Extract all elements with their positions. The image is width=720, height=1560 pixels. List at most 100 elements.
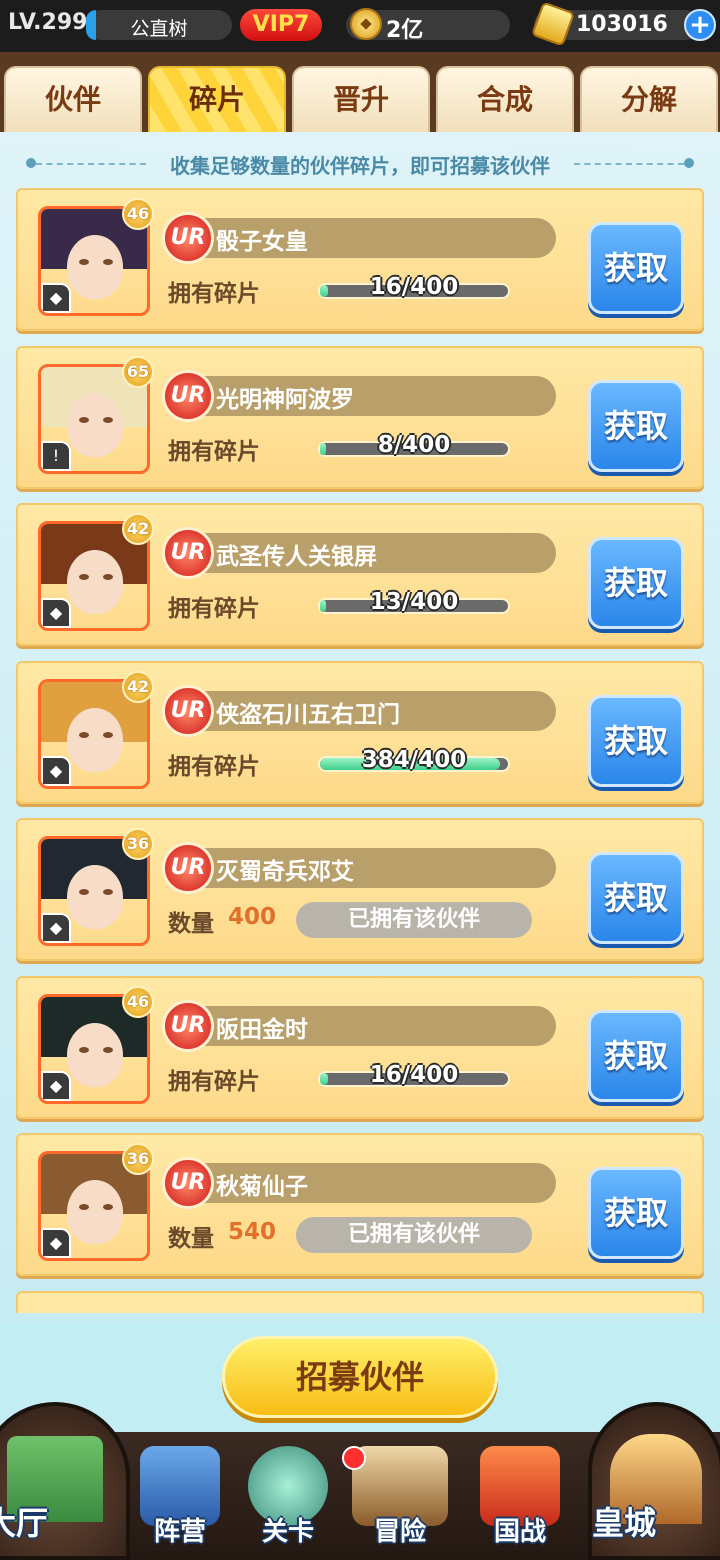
nav-stage-label: 关卡	[261, 1517, 314, 1547]
hero-eye	[103, 731, 113, 738]
hero-eye	[79, 1046, 89, 1053]
fragment-quantity: 540	[228, 1219, 277, 1245]
hero-eye	[79, 731, 89, 738]
hero-face	[67, 1022, 123, 1087]
rarity-badge: UR	[162, 1157, 214, 1209]
rarity-badge: UR	[162, 999, 214, 1052]
tab-partners[interactable]: 伙伴	[4, 66, 142, 132]
fragment-quantity: 400	[228, 904, 277, 930]
gold-amount: 103016	[576, 12, 668, 37]
fragment-label: 拥有碎片	[168, 596, 260, 622]
add-gold-button[interactable]: +	[684, 9, 716, 41]
rarity-badge: UR	[162, 212, 214, 264]
hero-name: 秋菊仙子	[216, 1174, 308, 1200]
obtain-button[interactable]: 获取	[588, 1167, 684, 1259]
hint-dash-left	[36, 163, 146, 165]
nav-hall-label: 大厅	[0, 1504, 49, 1542]
hero-level-badge: 36	[122, 828, 154, 860]
hero-name: 光明神阿波罗	[216, 386, 354, 413]
hint-dash-right	[574, 163, 684, 165]
coin-icon	[350, 8, 382, 40]
hint-dot-right	[684, 158, 694, 168]
hero-level-badge: 42	[122, 513, 154, 545]
fragment-label: 数量	[168, 1226, 214, 1252]
nav-nation-war-label: 国战	[493, 1517, 546, 1547]
gold-counter: 103016	[530, 1, 700, 47]
obtain-button[interactable]: 获取	[588, 694, 684, 787]
fragment-progress-text: 16/400	[369, 274, 459, 300]
tab-promote[interactable]: 晋升	[292, 66, 430, 132]
obtain-button[interactable]: 获取	[588, 379, 684, 472]
hero-type-icon: ◆	[41, 598, 71, 628]
nav-adventure-label: 冒险	[373, 1517, 426, 1547]
tab-fragments[interactable]: 碎片	[148, 66, 286, 132]
hero-card: ◆ 42 UR 侠盗石川五右卫门 拥有碎片 384/400 获取	[16, 660, 704, 804]
hero-name: 侠盗石川五右卫门	[216, 701, 400, 728]
coin-counter: 2亿	[346, 8, 510, 43]
player-level: LV.299	[8, 10, 88, 35]
owned-status-pill: 已拥有该伙伴	[296, 902, 532, 938]
hero-type-icon: ◆	[41, 1070, 71, 1101]
hero-face	[67, 550, 123, 614]
fragment-label: 拥有碎片	[168, 1068, 260, 1095]
hero-type-icon: ◆	[41, 283, 71, 313]
hint-row: 收集足够数量的伙伴碎片，即可招募该伙伴	[0, 148, 720, 178]
obtain-button[interactable]: 获取	[588, 537, 684, 629]
coin-amount: 2亿	[386, 18, 424, 43]
hero-eye	[103, 259, 113, 265]
obtain-button[interactable]: 获取	[588, 222, 684, 314]
hero-card-partial	[16, 1290, 704, 1313]
hero-eye	[79, 416, 89, 423]
recruit-partner-button[interactable]: 招募伙伴	[222, 1336, 498, 1418]
fragment-label: 数量	[168, 911, 214, 937]
hero-card: ◆ 46 UR 骰子女皇 拥有碎片 16/400 获取	[16, 188, 704, 331]
hero-level-badge: 36	[122, 1143, 154, 1175]
fragment-label: 拥有碎片	[168, 438, 260, 465]
hero-card: ◆ 46 UR 阪田金时 拥有碎片 16/400 获取	[16, 975, 704, 1119]
hero-face	[67, 865, 123, 929]
hint-text: 收集足够数量的伙伴碎片，即可招募该伙伴	[170, 154, 550, 178]
player-name: 公直树	[130, 18, 188, 40]
fragment-label: 拥有碎片	[168, 281, 260, 307]
tab-synthesize[interactable]: 合成	[436, 66, 574, 132]
nav-camp-label: 阵营	[153, 1517, 206, 1547]
hero-type-icon: ◆	[41, 755, 71, 786]
hero-eye	[79, 259, 89, 265]
hero-eye	[103, 889, 113, 895]
nav-imperial-city[interactable]: 皇城	[588, 1402, 720, 1560]
owned-status-pill: 已拥有该伙伴	[296, 1217, 532, 1253]
hero-name: 武圣传人关银屏	[216, 544, 377, 570]
hero-eye	[79, 889, 89, 895]
fragment-list[interactable]: ◆ 46 UR 骰子女皇 拥有碎片 16/400 获取 ! 65 UR 光明神阿波…	[16, 188, 704, 1313]
hero-eye	[103, 1204, 113, 1210]
hero-level-badge: 42	[122, 670, 154, 703]
player-name-pill[interactable]: 公直树	[86, 10, 232, 40]
hero-level-badge: 65	[122, 355, 154, 388]
adventure-notification-dot	[342, 1446, 366, 1470]
tab-bar: 伙伴 碎片 晋升 合成 分解	[0, 52, 720, 132]
hero-name: 骰子女皇	[216, 229, 308, 255]
hero-eye	[79, 574, 89, 580]
obtain-button[interactable]: 获取	[588, 852, 684, 944]
hero-face	[67, 235, 123, 299]
obtain-button[interactable]: 获取	[588, 1009, 684, 1102]
nav-hall[interactable]: 大厅	[0, 1402, 130, 1560]
nav-stage[interactable]: 关卡	[234, 1432, 342, 1560]
nav-nation-war[interactable]: 国战	[462, 1432, 578, 1560]
hero-eye	[103, 416, 113, 423]
hero-name: 阪田金时	[216, 1016, 308, 1043]
rarity-badge: UR	[162, 684, 214, 737]
rarity-badge: UR	[162, 369, 214, 422]
fragment-progress-text: 16/400	[369, 1061, 459, 1088]
fragment-progress-text: 13/400	[369, 589, 459, 615]
top-status-bar: LV.299 公直树 VIP7 2亿 103016 +	[0, 0, 720, 52]
gold-ingot-icon	[530, 1, 576, 47]
fragment-progress-text: 384/400	[361, 746, 467, 773]
vip-badge[interactable]: VIP7	[240, 9, 322, 41]
nav-camp[interactable]: 阵营	[126, 1432, 234, 1560]
hero-eye	[103, 574, 113, 580]
hero-eye	[103, 1046, 113, 1053]
hero-card: ◆ 42 UR 武圣传人关银屏 拥有碎片 13/400 获取	[16, 503, 704, 646]
hero-face	[67, 392, 123, 457]
tab-decompose[interactable]: 分解	[580, 66, 718, 132]
